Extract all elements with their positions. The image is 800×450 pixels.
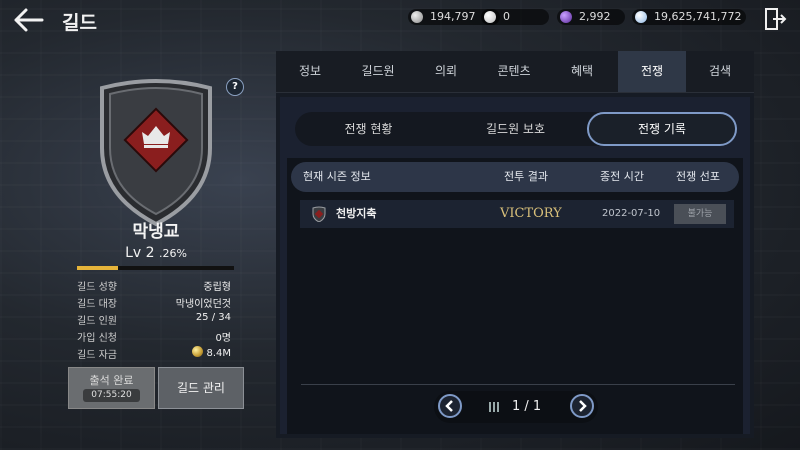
subtab-member-protection[interactable]: 길드원 보호 bbox=[442, 112, 589, 146]
pearl-value: 0 bbox=[503, 10, 510, 23]
guild-name: 막냉교 bbox=[132, 222, 180, 242]
header-end-time: 종전 시간 bbox=[600, 170, 644, 183]
guild-emblem-icon bbox=[312, 206, 326, 222]
tab-requests[interactable]: 의뢰 bbox=[412, 51, 480, 92]
attendance-button[interactable]: 출석 완료 07:55:20 bbox=[68, 367, 155, 409]
info-row-funds: 길드 자금 8.4M bbox=[77, 346, 234, 363]
info-label: 길드 대장 bbox=[77, 299, 117, 310]
next-page-button[interactable] bbox=[570, 394, 594, 418]
info-value: 막냉이었던것 bbox=[175, 299, 231, 310]
tab-content[interactable]: 콘텐츠 bbox=[480, 51, 548, 92]
info-row-leader: 길드 대장 막냉이었던것 bbox=[77, 295, 234, 312]
prev-page-button[interactable] bbox=[438, 394, 462, 418]
tab-bar: 정보 길드원 의뢰 콘텐츠 혜택 전쟁 검색 bbox=[276, 51, 754, 93]
diamond-value: 19,625,741,772 bbox=[654, 10, 742, 23]
info-value: 중립형 bbox=[203, 282, 231, 293]
exit-door-icon bbox=[765, 8, 787, 30]
enemy-guild-name: 천방지축 bbox=[336, 207, 377, 220]
purple-gem-icon bbox=[560, 11, 572, 23]
table-row[interactable]: 천방지축 VICTORY 2022-07-10 불가능 bbox=[300, 200, 734, 228]
level-percent: .26% bbox=[158, 247, 187, 260]
chevron-right-icon bbox=[579, 400, 587, 412]
info-value: 8.4M bbox=[192, 346, 231, 359]
chevron-left-icon bbox=[445, 400, 453, 412]
end-time: 2022-07-10 bbox=[602, 208, 661, 219]
purple-gem-value: 2,992 bbox=[579, 10, 611, 23]
subtab-war-record[interactable]: 전쟁 기록 bbox=[587, 112, 737, 146]
back-button[interactable] bbox=[12, 6, 46, 34]
battle-result: VICTORY bbox=[500, 206, 562, 221]
header-season: 현재 시즌 정보 bbox=[303, 170, 371, 183]
currency-purple-gem: 2,992 bbox=[557, 9, 625, 25]
tab-war[interactable]: 전쟁 bbox=[618, 51, 686, 92]
info-row-members: 길드 인원 25 / 34 bbox=[77, 312, 234, 329]
level-label: Lv 2 bbox=[125, 245, 155, 261]
divider bbox=[301, 384, 735, 385]
tab-benefits[interactable]: 혜택 bbox=[548, 51, 616, 92]
guild-panel: 정보 길드원 의뢰 콘텐츠 혜택 전쟁 검색 전쟁 현황 길드원 보호 전쟁 기… bbox=[276, 51, 754, 438]
list-icon bbox=[489, 402, 499, 412]
info-value: 25 / 34 bbox=[195, 312, 231, 323]
guild-manage-button[interactable]: 길드 관리 bbox=[158, 367, 244, 409]
exit-button[interactable] bbox=[762, 6, 788, 32]
exp-bar-fill bbox=[77, 266, 118, 270]
help-icon[interactable]: ? bbox=[226, 78, 244, 96]
info-value: 0명 bbox=[215, 333, 231, 344]
pagination: 1 / 1 bbox=[434, 391, 598, 423]
tab-info[interactable]: 정보 bbox=[276, 51, 344, 92]
header-declare: 전쟁 선포 bbox=[676, 170, 720, 183]
war-record-list: 현재 시즌 정보 전투 결과 종전 시간 전쟁 선포 천방지축 VICTORY … bbox=[287, 158, 743, 434]
guild-info-list: 길드 성향 중립형 길드 대장 막냉이었던것 길드 인원 25 / 34 가입 … bbox=[77, 278, 234, 363]
info-row-applications: 가입 신청 0명 bbox=[77, 329, 234, 346]
table-header: 현재 시즌 정보 전투 결과 종전 시간 전쟁 선포 bbox=[291, 162, 739, 192]
guild-level: Lv 2 .26% bbox=[76, 245, 236, 261]
silver-coin-icon bbox=[411, 11, 423, 23]
currency-pearl: 0 bbox=[481, 9, 549, 25]
info-label: 가입 신청 bbox=[77, 333, 117, 344]
diamond-icon bbox=[635, 11, 647, 23]
war-subpanel: 전쟁 현황 길드원 보호 전쟁 기록 현재 시즌 정보 전투 결과 종전 시간 … bbox=[280, 97, 750, 434]
page-indicator: 1 / 1 bbox=[512, 399, 542, 414]
declare-war-button[interactable]: 불가능 bbox=[674, 204, 726, 224]
currency-diamond: 19,625,741,772 bbox=[632, 9, 746, 25]
header-result: 전투 결과 bbox=[504, 170, 548, 183]
attendance-timer: 07:55:20 bbox=[83, 389, 140, 402]
tab-members[interactable]: 길드원 bbox=[344, 51, 412, 92]
back-arrow-icon bbox=[14, 8, 44, 32]
exp-bar bbox=[77, 266, 234, 270]
info-label: 길드 자금 bbox=[77, 350, 117, 361]
info-row-tendency: 길드 성향 중립형 bbox=[77, 278, 234, 295]
tab-search[interactable]: 검색 bbox=[686, 51, 754, 92]
info-label: 길드 성향 bbox=[77, 282, 117, 293]
silver-value: 194,797 bbox=[430, 10, 476, 23]
subtab-bar: 전쟁 현황 길드원 보호 전쟁 기록 bbox=[295, 112, 737, 146]
gold-coin-icon bbox=[192, 346, 204, 357]
info-label: 길드 인원 bbox=[77, 316, 117, 327]
guild-emblem bbox=[100, 79, 212, 227]
attendance-label: 출석 완료 bbox=[89, 374, 134, 387]
funds-value: 8.4M bbox=[206, 348, 231, 359]
subtab-war-status[interactable]: 전쟁 현황 bbox=[295, 112, 442, 146]
top-bar: 길드 194,797 0 2,992 19,625,741,772 bbox=[0, 0, 800, 40]
pearl-icon bbox=[484, 11, 496, 23]
page-title: 길드 bbox=[62, 12, 97, 34]
